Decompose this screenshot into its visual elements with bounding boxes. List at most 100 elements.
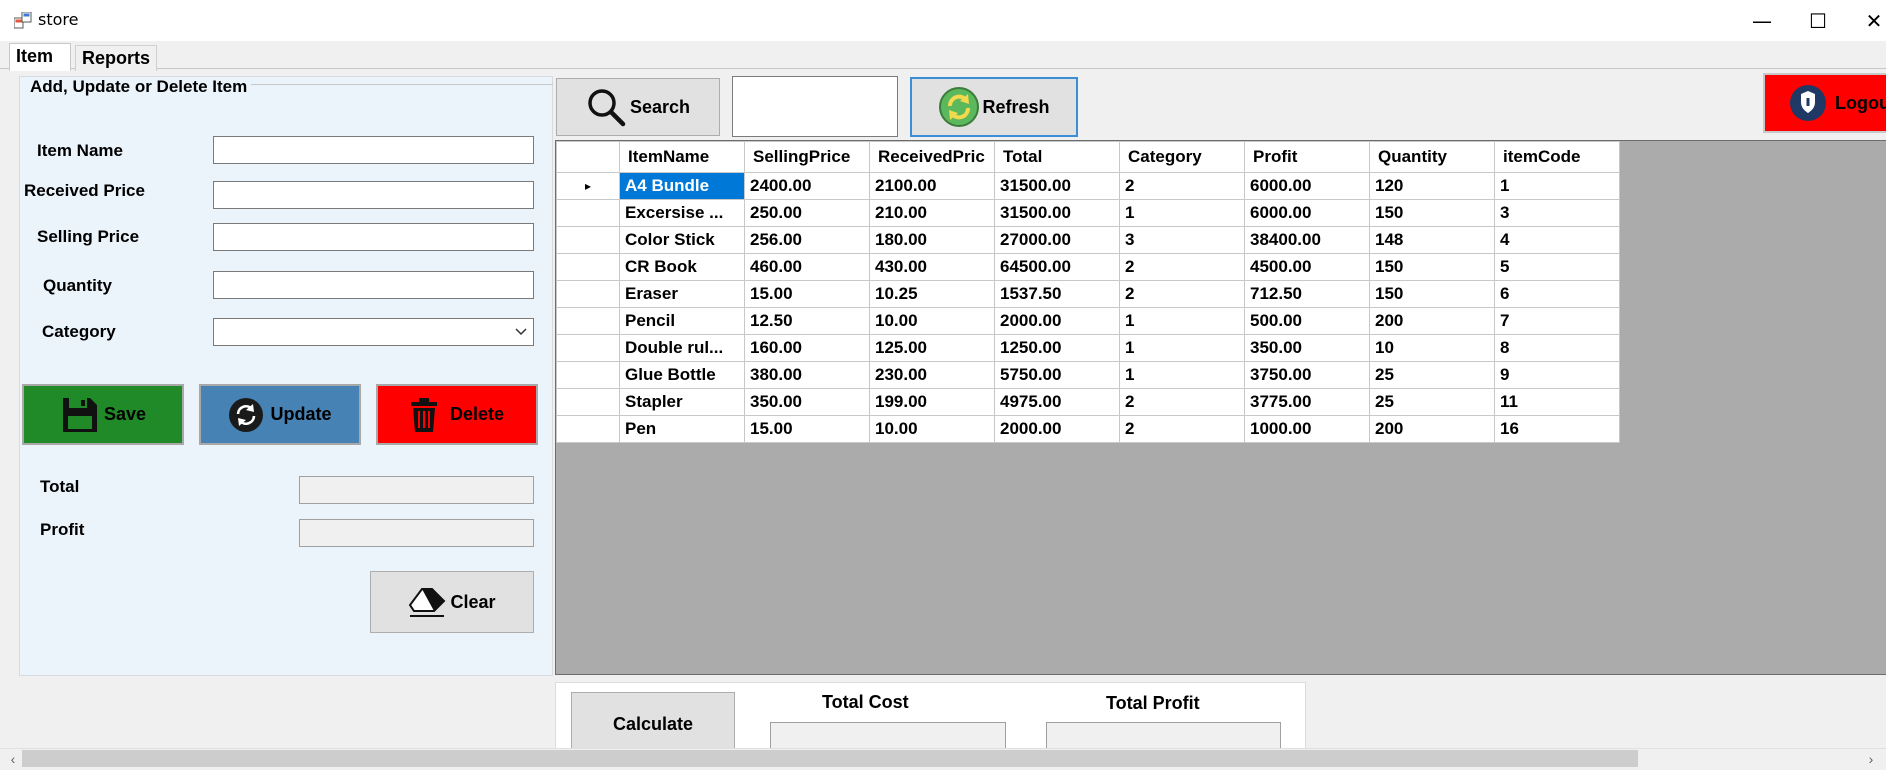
minimize-button[interactable]: — <box>1734 0 1790 41</box>
tab-item[interactable]: Item <box>9 43 71 71</box>
column-header[interactable]: ReceivedPric <box>869 141 995 173</box>
grid-cell[interactable]: 6000.00 <box>1244 172 1370 200</box>
row-header[interactable] <box>556 307 620 335</box>
grid-cell[interactable]: 27000.00 <box>994 226 1120 254</box>
grid-cell[interactable]: 160.00 <box>744 334 870 362</box>
grid-cell[interactable]: 460.00 <box>744 253 870 281</box>
grid-cell[interactable]: 380.00 <box>744 361 870 389</box>
close-button[interactable]: ✕ <box>1846 0 1886 41</box>
column-header[interactable]: Category <box>1119 141 1245 173</box>
grid-cell[interactable]: 10.00 <box>869 307 995 335</box>
grid-cell[interactable]: 500.00 <box>1244 307 1370 335</box>
grid-cell[interactable]: 2100.00 <box>869 172 995 200</box>
grid-cell[interactable]: 31500.00 <box>994 199 1120 227</box>
grid-cell[interactable]: 25 <box>1369 388 1495 416</box>
row-header[interactable] <box>556 253 620 281</box>
selling-price-input[interactable] <box>213 223 534 251</box>
grid-cell[interactable]: 1000.00 <box>1244 415 1370 443</box>
grid-cell[interactable]: 210.00 <box>869 199 995 227</box>
grid-cell[interactable]: 10.25 <box>869 280 995 308</box>
grid-cell[interactable]: 200 <box>1369 307 1495 335</box>
table-row[interactable]: Eraser 15.00 10.25 1537.50 2 712.50 150 6 <box>556 280 1620 308</box>
grid-cell[interactable]: 4500.00 <box>1244 253 1370 281</box>
grid-cell[interactable]: 5 <box>1494 253 1620 281</box>
search-button[interactable]: Search <box>556 78 720 136</box>
grid-cell[interactable]: Stapler <box>619 388 745 416</box>
grid-cell[interactable]: Double rul... <box>619 334 745 362</box>
grid-cell[interactable]: 150 <box>1369 253 1495 281</box>
grid-cell[interactable]: 3750.00 <box>1244 361 1370 389</box>
table-row[interactable]: Double rul... 160.00 125.00 1250.00 1 350.00 1… <box>556 334 1620 362</box>
scroll-right-arrow[interactable]: › <box>1862 748 1880 770</box>
delete-button[interactable]: Delete <box>376 384 538 445</box>
grid-cell[interactable]: A4 Bundle <box>619 172 745 200</box>
grid-cell[interactable]: 1250.00 <box>994 334 1120 362</box>
row-header[interactable] <box>556 415 620 443</box>
grid-cell[interactable]: 7 <box>1494 307 1620 335</box>
grid-cell[interactable]: 180.00 <box>869 226 995 254</box>
grid-cell[interactable]: 120 <box>1369 172 1495 200</box>
tab-reports[interactable]: Reports <box>75 45 157 71</box>
grid-cell[interactable]: 9 <box>1494 361 1620 389</box>
table-row[interactable]: ▸ A4 Bundle 2400.00 2100.00 31500.00 2 6000.00… <box>556 172 1620 200</box>
grid-cell[interactable]: 430.00 <box>869 253 995 281</box>
grid-cell[interactable]: 200 <box>1369 415 1495 443</box>
grid-cell[interactable]: 1537.50 <box>994 280 1120 308</box>
grid-cell[interactable]: 2 <box>1119 280 1245 308</box>
table-row[interactable]: Pencil 12.50 10.00 2000.00 1 500.00 200 7 <box>556 307 1620 335</box>
scrollbar-thumb[interactable] <box>22 750 1638 767</box>
row-header[interactable] <box>556 280 620 308</box>
table-row[interactable]: Color Stick 256.00 180.00 27000.00 3 38400.00… <box>556 226 1620 254</box>
grid-cell[interactable]: 712.50 <box>1244 280 1370 308</box>
grid-cell[interactable]: 256.00 <box>744 226 870 254</box>
maximize-button[interactable]: ☐ <box>1790 0 1846 41</box>
grid-cell[interactable]: 12.50 <box>744 307 870 335</box>
table-row[interactable]: Excersise ... 250.00 210.00 31500.00 1 6000.0… <box>556 199 1620 227</box>
grid-cell[interactable]: 2 <box>1119 388 1245 416</box>
refresh-button[interactable]: Refresh <box>910 77 1078 137</box>
table-row[interactable]: Pen 15.00 10.00 2000.00 2 1000.00 200 16 <box>556 415 1620 443</box>
grid-cell[interactable]: 2400.00 <box>744 172 870 200</box>
grid-cell[interactable]: 25 <box>1369 361 1495 389</box>
search-input[interactable] <box>732 76 898 137</box>
grid-cell[interactable]: 1 <box>1119 361 1245 389</box>
grid-cell[interactable]: 11 <box>1494 388 1620 416</box>
grid-cell[interactable]: 2000.00 <box>994 307 1120 335</box>
grid-cell[interactable]: Eraser <box>619 280 745 308</box>
save-button[interactable]: Save <box>22 384 184 445</box>
grid-cell[interactable]: 199.00 <box>869 388 995 416</box>
row-header[interactable] <box>556 199 620 227</box>
grid-cell[interactable]: 64500.00 <box>994 253 1120 281</box>
grid-cell[interactable]: 3775.00 <box>1244 388 1370 416</box>
grid-cell[interactable]: 1 <box>1494 172 1620 200</box>
table-row[interactable]: Glue Bottle 380.00 230.00 5750.00 1 3750.00 25… <box>556 361 1620 389</box>
grid-cell[interactable]: 1 <box>1119 307 1245 335</box>
grid-cell[interactable]: 15.00 <box>744 415 870 443</box>
grid-cell[interactable]: CR Book <box>619 253 745 281</box>
grid-cell[interactable]: 230.00 <box>869 361 995 389</box>
update-button[interactable]: Update <box>199 384 361 445</box>
grid-cell[interactable]: 4 <box>1494 226 1620 254</box>
quantity-input[interactable] <box>213 271 534 299</box>
row-header[interactable] <box>556 388 620 416</box>
grid-cell[interactable]: Excersise ... <box>619 199 745 227</box>
grid-cell[interactable]: 148 <box>1369 226 1495 254</box>
table-row[interactable]: Stapler 350.00 199.00 4975.00 2 3775.00 25 11 <box>556 388 1620 416</box>
column-header[interactable]: Total <box>994 141 1120 173</box>
grid-cell[interactable]: 1 <box>1119 199 1245 227</box>
grid-cell[interactable]: Pencil <box>619 307 745 335</box>
items-grid[interactable]: ItemName SellingPrice ReceivedPric Total… <box>556 141 1620 443</box>
grid-cell[interactable]: Pen <box>619 415 745 443</box>
column-header[interactable]: itemCode <box>1494 141 1620 173</box>
grid-cell[interactable]: 350.00 <box>1244 334 1370 362</box>
grid-cell[interactable]: 2 <box>1119 172 1245 200</box>
grid-cell[interactable]: 150 <box>1369 280 1495 308</box>
row-header[interactable] <box>556 361 620 389</box>
column-header[interactable]: SellingPrice <box>744 141 870 173</box>
grid-cell[interactable]: 10.00 <box>869 415 995 443</box>
grid-cell[interactable]: 250.00 <box>744 199 870 227</box>
grid-cell[interactable]: 15.00 <box>744 280 870 308</box>
grid-cell[interactable]: 4975.00 <box>994 388 1120 416</box>
row-header[interactable]: ▸ <box>556 172 620 200</box>
grid-cell[interactable]: 16 <box>1494 415 1620 443</box>
